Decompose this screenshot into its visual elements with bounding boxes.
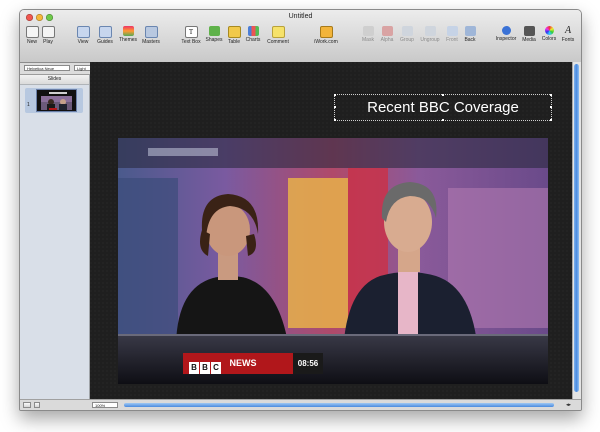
inspector-icon [501, 26, 511, 35]
group-icon [401, 26, 413, 36]
slide-number: 1 [27, 102, 30, 108]
guides-icon [98, 26, 112, 38]
font-family-select[interactable]: Helvetica Neue [24, 65, 70, 71]
table-button[interactable]: Table [226, 26, 242, 45]
shapes-button[interactable]: Shapes [204, 26, 224, 43]
add-slide-button[interactable] [23, 402, 31, 408]
themes-button[interactable]: Themes [118, 26, 138, 43]
themes-icon [122, 26, 134, 36]
slide-title[interactable]: Recent BBC Coverage [335, 95, 551, 120]
front-icon [446, 26, 458, 36]
news-label: NEWS [229, 358, 257, 368]
window-title: Untitled [288, 13, 313, 20]
media-icon [523, 26, 535, 36]
text-box-icon: T [184, 26, 198, 38]
bbc-logo-block: B [200, 362, 210, 374]
slide-thumbnail-row[interactable]: 1 [25, 88, 83, 113]
iwork-icon [319, 26, 333, 38]
ungroup-icon [424, 26, 436, 36]
fonts-button[interactable]: A Fonts [560, 25, 576, 44]
slide-canvas[interactable]: Recent BBC Coverage B B C NEWS 08:56 [90, 62, 573, 400]
charts-icon [247, 26, 259, 36]
toolbar: Untitled New Play View Guides Themes Mas… [20, 10, 581, 63]
scrollbar-thumb[interactable] [574, 64, 579, 392]
guides-button[interactable]: Guides [95, 26, 115, 45]
bbc-news-bar: BBC NEWS [183, 353, 293, 374]
media-button[interactable]: Media [520, 26, 538, 43]
slide-navigator: Slides 1 [20, 75, 90, 400]
plus-icon [25, 26, 39, 38]
news-studio-image [118, 138, 548, 384]
inspector-button[interactable]: Inspector [494, 26, 518, 42]
view-button[interactable]: View [74, 26, 92, 45]
video-frame[interactable]: BBC NEWS 08:56 [118, 138, 548, 384]
front-button[interactable]: Front [444, 26, 460, 43]
back-icon [464, 26, 476, 36]
ungroup-button[interactable]: Ungroup [418, 26, 442, 43]
alpha-button[interactable]: Alpha [378, 26, 396, 43]
colors-icon [544, 26, 554, 35]
masters-button[interactable]: Masters [140, 26, 162, 45]
slide-thumbnail[interactable] [36, 89, 77, 112]
fonts-icon: A [564, 25, 572, 36]
new-button[interactable]: New [24, 26, 40, 45]
broadcast-clock: 08:56 [293, 353, 323, 374]
charts-button[interactable]: Charts [244, 26, 262, 43]
masters-icon [144, 26, 158, 38]
horizontal-scrollbar[interactable] [124, 403, 554, 407]
back-button[interactable]: Back [462, 26, 478, 43]
bbc-logo-block: C [211, 362, 221, 374]
play-button[interactable]: Play [40, 26, 56, 45]
alpha-icon [381, 26, 393, 36]
comment-button[interactable]: Comment [266, 26, 290, 45]
group-button[interactable]: Group [398, 26, 416, 43]
shapes-icon [208, 26, 220, 36]
comment-icon [271, 26, 285, 38]
play-icon [41, 26, 55, 38]
keynote-window: Untitled New Play View Guides Themes Mas… [19, 9, 582, 411]
scroll-arrows-icon[interactable]: ◂▸ [566, 403, 571, 408]
table-icon [227, 26, 241, 38]
thumbnail-preview [41, 92, 72, 110]
zoom-select[interactable]: 100% [92, 402, 118, 408]
iwork-button[interactable]: iWork.com [313, 26, 339, 45]
text-box-button[interactable]: T Text Box [180, 26, 202, 45]
bbc-logo-block: B [189, 362, 199, 374]
slide-title-box[interactable]: Recent BBC Coverage [334, 94, 552, 121]
mask-button[interactable]: Mask [360, 26, 376, 43]
mask-icon [362, 26, 374, 36]
colors-button[interactable]: Colors [540, 26, 558, 42]
vertical-scrollbar[interactable] [572, 62, 581, 400]
slides-header: Slides [20, 75, 89, 85]
status-bar: 100% ◂▸ [20, 399, 581, 410]
navigator-options-button[interactable] [34, 402, 40, 408]
view-icon [76, 26, 90, 38]
